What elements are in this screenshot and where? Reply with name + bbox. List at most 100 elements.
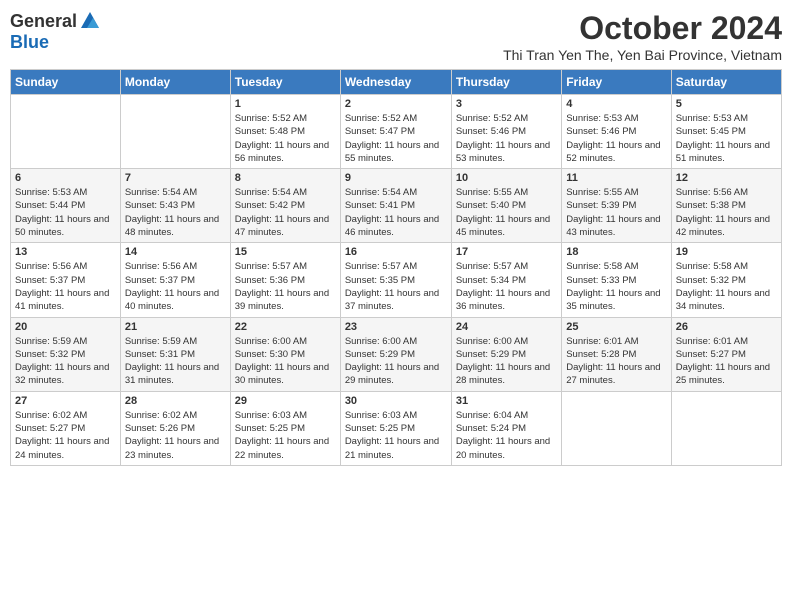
day-info: Sunrise: 5:58 AM Sunset: 5:33 PM Dayligh… xyxy=(566,260,666,313)
day-info: Sunrise: 5:56 AM Sunset: 5:37 PM Dayligh… xyxy=(125,260,226,313)
day-number: 20 xyxy=(15,321,116,333)
logo-general-text: General xyxy=(10,11,77,32)
calendar-cell: 7 Sunrise: 5:54 AM Sunset: 5:43 PM Daylig… xyxy=(120,169,230,243)
calendar-cell: 4Sunrise: 5:53 AM Sunset: 5:46 PM Daylig… xyxy=(562,95,671,169)
day-info: Sunrise: 5:53 AM Sunset: 5:45 PM Dayligh… xyxy=(676,112,777,165)
day-info: Sunrise: 5:54 AM Sunset: 5:41 PM Dayligh… xyxy=(345,186,447,239)
day-number: 3 xyxy=(456,98,557,110)
day-number: 12 xyxy=(676,172,777,184)
day-header-tuesday: Tuesday xyxy=(230,70,340,95)
day-info: Sunrise: 5:54 AM Sunset: 5:42 PM Dayligh… xyxy=(235,186,336,239)
day-info: Sunrise: 5:57 AM Sunset: 5:35 PM Dayligh… xyxy=(345,260,447,313)
day-number: 29 xyxy=(235,395,336,407)
calendar-cell: 3 Sunrise: 5:52 AM Sunset: 5:46 PM Daylig… xyxy=(451,95,561,169)
day-number: 8 xyxy=(235,172,336,184)
calendar-week-2: 13 Sunrise: 5:56 AM Sunset: 5:37 PM Dayli… xyxy=(11,243,782,317)
day-header-sunday: Sunday xyxy=(11,70,121,95)
calendar-week-4: 27Sunrise: 6:02 AM Sunset: 5:27 PM Dayli… xyxy=(11,391,782,465)
calendar-cell xyxy=(671,391,781,465)
day-header-thursday: Thursday xyxy=(451,70,561,95)
day-number: 24 xyxy=(456,321,557,333)
day-number: 6 xyxy=(15,172,116,184)
calendar-cell: 15 Sunrise: 5:57 AM Sunset: 5:36 PM Dayli… xyxy=(230,243,340,317)
calendar-header: SundayMondayTuesdayWednesdayThursdayFrid… xyxy=(11,70,782,95)
calendar-cell xyxy=(562,391,671,465)
calendar-cell: 17 Sunrise: 5:57 AM Sunset: 5:34 PM Dayli… xyxy=(451,243,561,317)
day-info: Sunrise: 5:52 AM Sunset: 5:46 PM Dayligh… xyxy=(456,112,557,165)
day-number: 30 xyxy=(345,395,447,407)
calendar-cell: 2 Sunrise: 5:52 AM Sunset: 5:47 PM Daylig… xyxy=(340,95,451,169)
calendar-cell: 26 Sunrise: 6:01 AM Sunset: 5:27 PM Dayli… xyxy=(671,317,781,391)
day-info: Sunrise: 5:56 AM Sunset: 5:38 PM Dayligh… xyxy=(676,186,777,239)
calendar-cell: 28Sunrise: 6:02 AM Sunset: 5:26 PM Dayli… xyxy=(120,391,230,465)
day-info: Sunrise: 5:59 AM Sunset: 5:32 PM Dayligh… xyxy=(15,335,116,388)
day-number: 28 xyxy=(125,395,226,407)
calendar-cell: 20 Sunrise: 5:59 AM Sunset: 5:32 PM Dayli… xyxy=(11,317,121,391)
day-info: Sunrise: 5:59 AM Sunset: 5:31 PM Dayligh… xyxy=(125,335,226,388)
calendar-cell: 23 Sunrise: 6:00 AM Sunset: 5:29 PM Dayli… xyxy=(340,317,451,391)
day-info: Sunrise: 5:52 AM Sunset: 5:48 PM Dayligh… xyxy=(235,112,336,165)
day-number: 15 xyxy=(235,246,336,258)
day-number: 13 xyxy=(15,246,116,258)
calendar-cell: 11Sunrise: 5:55 AM Sunset: 5:39 PM Dayli… xyxy=(562,169,671,243)
calendar-week-1: 6 Sunrise: 5:53 AM Sunset: 5:44 PM Daylig… xyxy=(11,169,782,243)
day-number: 22 xyxy=(235,321,336,333)
calendar-cell: 8 Sunrise: 5:54 AM Sunset: 5:42 PM Daylig… xyxy=(230,169,340,243)
day-info: Sunrise: 5:57 AM Sunset: 5:34 PM Dayligh… xyxy=(456,260,557,313)
calendar-cell: 31 Sunrise: 6:04 AM Sunset: 5:24 PM Dayli… xyxy=(451,391,561,465)
calendar-body: 1 Sunrise: 5:52 AM Sunset: 5:48 PM Daylig… xyxy=(11,95,782,466)
day-info: Sunrise: 5:55 AM Sunset: 5:40 PM Dayligh… xyxy=(456,186,557,239)
day-info: Sunrise: 6:03 AM Sunset: 5:25 PM Dayligh… xyxy=(345,409,447,462)
title-block: October 2024 Thi Tran Yen The, Yen Bai P… xyxy=(503,10,782,63)
day-info: Sunrise: 5:53 AM Sunset: 5:46 PM Dayligh… xyxy=(566,112,666,165)
day-info: Sunrise: 6:03 AM Sunset: 5:25 PM Dayligh… xyxy=(235,409,336,462)
day-info: Sunrise: 5:52 AM Sunset: 5:47 PM Dayligh… xyxy=(345,112,447,165)
day-number: 16 xyxy=(345,246,447,258)
location-subtitle: Thi Tran Yen The, Yen Bai Province, Viet… xyxy=(503,47,782,63)
day-info: Sunrise: 5:54 AM Sunset: 5:43 PM Dayligh… xyxy=(125,186,226,239)
day-info: Sunrise: 6:00 AM Sunset: 5:29 PM Dayligh… xyxy=(456,335,557,388)
day-info: Sunrise: 5:56 AM Sunset: 5:37 PM Dayligh… xyxy=(15,260,116,313)
day-number: 2 xyxy=(345,98,447,110)
day-number: 5 xyxy=(676,98,777,110)
day-header-saturday: Saturday xyxy=(671,70,781,95)
logo-blue-text: Blue xyxy=(10,32,49,53)
day-info: Sunrise: 6:01 AM Sunset: 5:27 PM Dayligh… xyxy=(676,335,777,388)
logo: General Blue xyxy=(10,10,101,53)
day-number: 21 xyxy=(125,321,226,333)
day-number: 27 xyxy=(15,395,116,407)
day-number: 7 xyxy=(125,172,226,184)
calendar-week-0: 1 Sunrise: 5:52 AM Sunset: 5:48 PM Daylig… xyxy=(11,95,782,169)
calendar-cell: 16 Sunrise: 5:57 AM Sunset: 5:35 PM Dayli… xyxy=(340,243,451,317)
day-number: 9 xyxy=(345,172,447,184)
logo-icon xyxy=(79,10,101,32)
page-header: General Blue October 2024 Thi Tran Yen T… xyxy=(10,10,782,63)
calendar-cell: 13 Sunrise: 5:56 AM Sunset: 5:37 PM Dayli… xyxy=(11,243,121,317)
day-number: 17 xyxy=(456,246,557,258)
day-info: Sunrise: 5:57 AM Sunset: 5:36 PM Dayligh… xyxy=(235,260,336,313)
day-info: Sunrise: 6:04 AM Sunset: 5:24 PM Dayligh… xyxy=(456,409,557,462)
calendar-cell: 25Sunrise: 6:01 AM Sunset: 5:28 PM Dayli… xyxy=(562,317,671,391)
calendar-cell: 29 Sunrise: 6:03 AM Sunset: 5:25 PM Dayli… xyxy=(230,391,340,465)
calendar-cell xyxy=(120,95,230,169)
month-title: October 2024 xyxy=(503,10,782,47)
day-number: 1 xyxy=(235,98,336,110)
day-number: 18 xyxy=(566,246,666,258)
calendar-table: SundayMondayTuesdayWednesdayThursdayFrid… xyxy=(10,69,782,466)
day-number: 31 xyxy=(456,395,557,407)
day-number: 23 xyxy=(345,321,447,333)
header-row: SundayMondayTuesdayWednesdayThursdayFrid… xyxy=(11,70,782,95)
day-info: Sunrise: 5:53 AM Sunset: 5:44 PM Dayligh… xyxy=(15,186,116,239)
day-number: 26 xyxy=(676,321,777,333)
day-number: 11 xyxy=(566,172,666,184)
calendar-cell: 14Sunrise: 5:56 AM Sunset: 5:37 PM Dayli… xyxy=(120,243,230,317)
calendar-cell: 10Sunrise: 5:55 AM Sunset: 5:40 PM Dayli… xyxy=(451,169,561,243)
calendar-cell: 6 Sunrise: 5:53 AM Sunset: 5:44 PM Daylig… xyxy=(11,169,121,243)
day-number: 25 xyxy=(566,321,666,333)
day-info: Sunrise: 6:00 AM Sunset: 5:29 PM Dayligh… xyxy=(345,335,447,388)
calendar-week-3: 20 Sunrise: 5:59 AM Sunset: 5:32 PM Dayli… xyxy=(11,317,782,391)
day-header-monday: Monday xyxy=(120,70,230,95)
calendar-cell: 18 Sunrise: 5:58 AM Sunset: 5:33 PM Dayli… xyxy=(562,243,671,317)
calendar-cell: 27Sunrise: 6:02 AM Sunset: 5:27 PM Dayli… xyxy=(11,391,121,465)
day-info: Sunrise: 6:00 AM Sunset: 5:30 PM Dayligh… xyxy=(235,335,336,388)
